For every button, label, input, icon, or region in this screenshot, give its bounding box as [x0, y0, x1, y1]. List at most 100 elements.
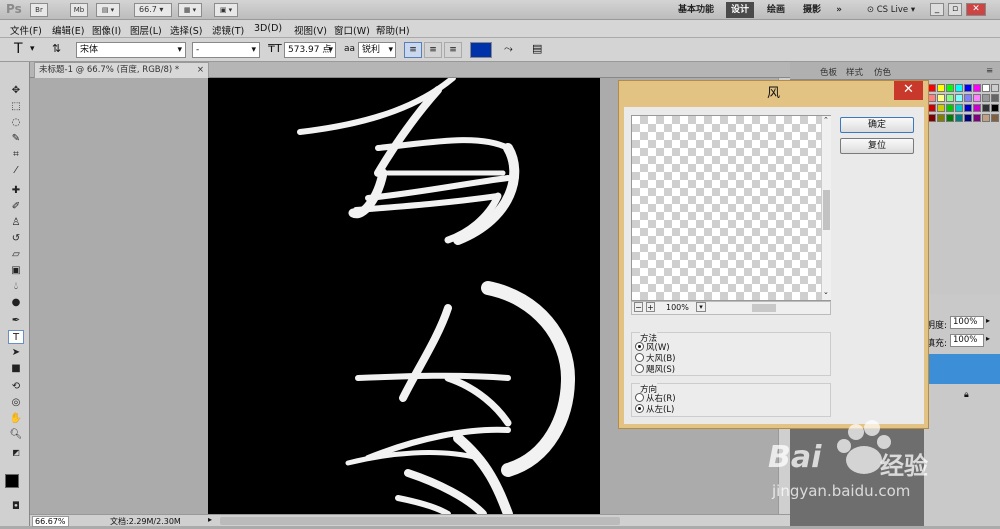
font-size-select[interactable]: 573.97 点 ▾ [284, 42, 336, 58]
maximize-button[interactable]: ▫ [948, 3, 962, 16]
history-brush-tool-icon[interactable]: ↺ [8, 232, 24, 246]
color-swatch[interactable] [991, 104, 999, 112]
opacity-slider-icon[interactable]: ▸ [986, 316, 990, 325]
screen-mode-button[interactable]: ▣ ▾ [214, 3, 238, 17]
dialog-close-button[interactable]: ✕ [894, 81, 923, 100]
panel-menu-icon[interactable]: ≡ [986, 66, 993, 76]
align-right-button[interactable]: ≡ [444, 42, 462, 58]
color-swatch[interactable] [991, 114, 999, 122]
filter-preview[interactable]: ⌃ ⌄ [631, 115, 831, 301]
quick-mask-icon[interactable]: ◘ [8, 500, 24, 514]
3d-rotate-tool-icon[interactable]: ⟲ [8, 380, 24, 394]
view-extras-button[interactable]: ▤ ▾ [96, 3, 120, 17]
workspace-photography[interactable]: 摄影 [798, 2, 826, 18]
antialias-select[interactable]: 锐利 ▾ [358, 42, 396, 58]
color-swatch[interactable] [937, 104, 945, 112]
ok-button[interactable]: 确定 [840, 117, 914, 133]
color-swatch[interactable] [928, 104, 936, 112]
pen-tool-icon[interactable]: ✒ [8, 314, 24, 328]
workspace-painting[interactable]: 绘画 [762, 2, 790, 18]
color-swatch[interactable] [964, 84, 972, 92]
color-swatch[interactable] [946, 114, 954, 122]
font-style-select[interactable]: - ▾ [192, 42, 260, 58]
method-wind-radio[interactable]: 风(W) [635, 342, 670, 353]
shape-tool-icon[interactable]: ■ [8, 362, 24, 376]
color-swatch[interactable] [982, 104, 990, 112]
menu-select[interactable]: 选择(S) [170, 23, 202, 37]
workspace-design[interactable]: 设计 [726, 2, 754, 18]
close-window-button[interactable]: ✕ [966, 3, 986, 16]
eyedropper-tool-icon[interactable]: ⁄ [8, 164, 24, 178]
lasso-tool-icon[interactable]: ◌ [8, 116, 24, 130]
reset-button[interactable]: 复位 [840, 138, 914, 154]
canvas-horizontal-scrollbar[interactable] [220, 517, 620, 525]
3d-orbit-tool-icon[interactable]: ◎ [8, 396, 24, 410]
color-swatch[interactable] [982, 84, 990, 92]
zoom-level-select[interactable]: 66.7 ▾ [134, 3, 172, 17]
color-swatch[interactable] [937, 84, 945, 92]
font-family-select[interactable]: 宋体 ▾ [76, 42, 186, 58]
direction-from-left-radio[interactable]: 从左(L) [635, 404, 674, 415]
marquee-tool-icon[interactable]: ⬚ [8, 100, 24, 114]
crop-tool-icon[interactable]: ⌗ [8, 148, 24, 162]
method-blast-radio[interactable]: 大风(B) [635, 353, 675, 364]
menu-image[interactable]: 图像(I) [92, 23, 121, 37]
scroll-up-icon[interactable]: ⌃ [823, 116, 829, 124]
color-swatch[interactable] [973, 84, 981, 92]
preview-scrollbar[interactable]: ⌃ ⌄ [821, 116, 831, 300]
align-center-button[interactable]: ≡ [424, 42, 442, 58]
tab-swatches[interactable]: 色板 [820, 66, 837, 78]
warp-text-icon[interactable]: ⤳ [504, 42, 513, 56]
opacity-input[interactable]: 100% [950, 316, 984, 329]
color-swatch[interactable] [946, 94, 954, 102]
arrange-documents-button[interactable]: ▦ ▾ [178, 3, 202, 17]
healing-brush-tool-icon[interactable]: ✚ [8, 184, 24, 198]
color-swatch[interactable] [991, 94, 999, 102]
quick-select-tool-icon[interactable]: ✎ [8, 132, 24, 146]
minimize-button[interactable]: _ [930, 3, 944, 16]
minibridge-button[interactable]: Mb [70, 3, 88, 17]
preview-scroll-thumb[interactable] [823, 190, 830, 230]
more-workspaces-button[interactable]: » [832, 2, 846, 18]
menu-filter[interactable]: 滤镜(T) [212, 23, 244, 37]
selected-layer-row[interactable] [924, 354, 1000, 384]
tab-dither[interactable]: 仿色 [874, 66, 891, 78]
color-swatch[interactable] [955, 94, 963, 102]
color-swatch[interactable] [973, 94, 981, 102]
color-swatch[interactable] [973, 104, 981, 112]
foreground-color-swatch[interactable] [5, 474, 19, 488]
method-stagger-radio[interactable]: 飓风(S) [635, 364, 675, 375]
color-swatch[interactable] [964, 94, 972, 102]
tool-preset-dropdown-icon[interactable]: ▾ [30, 44, 35, 54]
document-canvas[interactable] [208, 78, 600, 514]
workspace-essentials[interactable]: 基本功能 [674, 2, 718, 18]
tab-styles[interactable]: 样式 [846, 66, 863, 78]
zoom-tool-icon[interactable]: 🔍︎ [8, 428, 24, 442]
color-swatch[interactable] [946, 84, 954, 92]
color-swatch[interactable] [928, 84, 936, 92]
toggle-orientation-icon[interactable]: ⇅ [52, 42, 61, 55]
bridge-button[interactable]: Br [30, 3, 48, 17]
gradient-tool-icon[interactable]: ▣ [8, 264, 24, 278]
dodge-tool-icon[interactable]: ● [8, 296, 24, 310]
color-swatch[interactable] [955, 84, 963, 92]
color-swatch[interactable] [973, 114, 981, 122]
preview-zoom-dropdown[interactable]: ▾ [696, 302, 706, 312]
text-color-swatch[interactable] [470, 42, 492, 58]
preview-h-scroll-thumb[interactable] [752, 304, 776, 312]
cs-live-button[interactable]: ⊙ CS Live ▾ [862, 2, 920, 18]
brush-tool-icon[interactable]: ✐ [8, 200, 24, 214]
status-menu-icon[interactable]: ▸ [208, 515, 212, 524]
path-select-tool-icon[interactable]: ➤ [8, 346, 24, 360]
zoom-in-button[interactable]: + [646, 302, 655, 312]
color-swatch[interactable] [928, 94, 936, 102]
zoom-status[interactable]: 66.67% [32, 516, 69, 527]
menu-3d[interactable]: 3D(D) [254, 23, 282, 34]
character-panel-icon[interactable]: ▤ [532, 42, 542, 55]
fill-slider-icon[interactable]: ▸ [986, 334, 990, 343]
hand-tool-icon[interactable]: ✋ [8, 412, 24, 426]
close-tab-icon[interactable]: × [197, 63, 204, 77]
align-left-button[interactable]: ≡ [404, 42, 422, 58]
type-tool-preset-icon[interactable]: T [14, 41, 23, 57]
color-swatch[interactable] [928, 114, 936, 122]
